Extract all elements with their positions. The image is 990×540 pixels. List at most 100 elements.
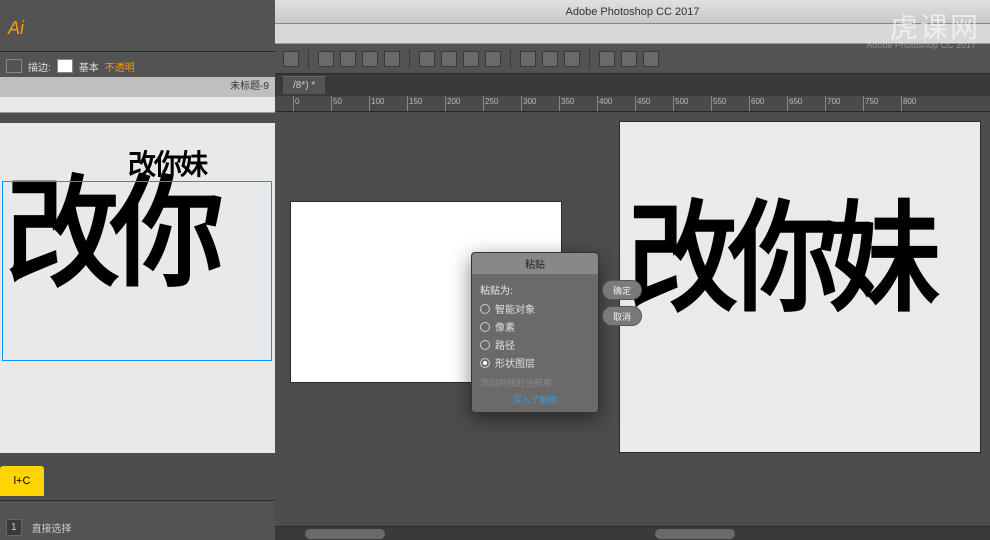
ruler-label: 150 <box>409 97 422 106</box>
opt-icon[interactable] <box>340 51 356 67</box>
opt-icon[interactable] <box>621 51 637 67</box>
ruler-tick <box>369 96 370 112</box>
separator <box>409 49 410 69</box>
ruler-label: 100 <box>371 97 384 106</box>
cancel-label: 取消 <box>613 310 631 323</box>
ruler-label: 400 <box>599 97 612 106</box>
radio-label: 形状图层 <box>495 355 535 370</box>
opt-icon[interactable] <box>463 51 479 67</box>
add-to-library-row items-center: 添加到我的当前库 <box>480 376 590 389</box>
watermark-subtitle: Adobe Photoshop CC 2017 <box>866 40 976 50</box>
illustrator-ruler <box>0 97 275 113</box>
ruler-label: 50 <box>333 97 342 106</box>
ruler-tick <box>293 96 294 112</box>
ok-button[interactable]: 确定 <box>602 280 642 300</box>
opt-icon[interactable] <box>599 51 615 67</box>
ruler-label: 350 <box>561 97 574 106</box>
ruler-label: 500 <box>675 97 688 106</box>
shortcut-text: l+C <box>14 475 31 487</box>
ruler-label: 550 <box>713 97 726 106</box>
photoshop-hscrollbar[interactable] <box>275 526 990 540</box>
photoshop-titlebar: Adobe Photoshop CC 2017 <box>275 0 990 24</box>
scroll-thumb[interactable] <box>655 529 735 539</box>
opt-icon[interactable] <box>419 51 435 67</box>
ruler-tick <box>407 96 408 112</box>
ruler-tick <box>483 96 484 112</box>
ruler-tick <box>863 96 864 112</box>
separator <box>510 49 511 69</box>
opt-icon[interactable] <box>318 51 334 67</box>
radio-smart-object[interactable]: 智能对象 <box>480 301 590 316</box>
ruler-label: 200 <box>447 97 460 106</box>
opt-icon[interactable] <box>362 51 378 67</box>
shortcut-sticky: l+C <box>0 466 44 496</box>
ruler-label: 450 <box>637 97 650 106</box>
stroke-preview[interactable] <box>57 59 73 73</box>
illustrator-artboard: 改你妹 改你 <box>0 123 275 453</box>
ruler-tick <box>711 96 712 112</box>
opt-icon[interactable] <box>643 51 659 67</box>
ruler-tick <box>901 96 902 112</box>
radio-label: 智能对象 <box>495 301 535 316</box>
zoom-field[interactable]: 1 <box>6 519 22 536</box>
ruler-label: 800 <box>903 97 916 106</box>
radio-icon[interactable] <box>480 358 490 368</box>
radio-icon[interactable] <box>480 322 490 332</box>
ruler-tick <box>787 96 788 112</box>
photoshop-doc-tabs: /8*) * <box>275 74 990 96</box>
opt-icon[interactable] <box>542 51 558 67</box>
dialog-title: 粘贴 <box>472 253 598 274</box>
radio-pixels[interactable]: 像素 <box>480 319 590 334</box>
ruler-tick <box>825 96 826 112</box>
radio-shape-layer[interactable]: 形状图层 <box>480 355 590 370</box>
ai-logo: Ai <box>8 18 24 39</box>
stroke-label: 描边: <box>28 59 51 74</box>
opt-icon[interactable] <box>564 51 580 67</box>
radio-label: 路径 <box>495 337 515 352</box>
ruler-tick <box>597 96 598 112</box>
opt-icon[interactable] <box>441 51 457 67</box>
add-to-library-label: 添加到我的当前库 <box>480 378 552 388</box>
opt-icon[interactable] <box>384 51 400 67</box>
cancel-button[interactable]: 取消 <box>602 306 642 326</box>
illustrator-doc-tab[interactable]: 未标题-9 <box>0 77 275 97</box>
fill-swatch[interactable] <box>6 59 22 73</box>
photoshop-ruler-horizontal: 0501001502002503003504004505005506006507… <box>275 96 990 112</box>
basic-label: 基本 <box>79 59 99 74</box>
ruler-tick <box>673 96 674 112</box>
ruler-tick <box>445 96 446 112</box>
ruler-label: 750 <box>865 97 878 106</box>
ruler-tick <box>559 96 560 112</box>
right-doc-text: 改你妹 <box>627 202 931 316</box>
illustrator-window: Ai 描边: 基本 不透明 未标题-9 改你妹 改你 l+C 1 直接选择 <box>0 0 275 540</box>
separator <box>589 49 590 69</box>
radio-icon[interactable] <box>480 340 490 350</box>
ok-label: 确定 <box>613 284 631 297</box>
ruler-label: 300 <box>523 97 536 106</box>
scroll-thumb[interactable] <box>305 529 385 539</box>
ruler-tick <box>749 96 750 112</box>
ruler-tick <box>331 96 332 112</box>
opt-icon[interactable] <box>520 51 536 67</box>
paste-dialog: 粘贴 粘贴为: 智能对象 像素 路径 形状图层 添加到我的当前库 深入了解库 确… <box>471 252 599 413</box>
ruler-label: 650 <box>789 97 802 106</box>
illustrator-options-bar: 描边: 基本 不透明 <box>0 55 275 77</box>
radio-label: 像素 <box>495 319 515 334</box>
opt-icon[interactable] <box>485 51 501 67</box>
ruler-tick <box>521 96 522 112</box>
paste-as-label: 粘贴为: <box>480 282 590 297</box>
learn-more-link[interactable]: 深入了解库 <box>480 393 590 406</box>
illustrator-titlebar: Ai <box>0 0 275 52</box>
separator <box>308 49 309 69</box>
doc-tab-label: /8*) * <box>293 80 315 91</box>
radio-icon[interactable] <box>480 304 490 314</box>
illustrator-statusbar: 1 直接选择 <box>0 500 275 540</box>
status-tool: 直接选择 <box>32 520 72 535</box>
opacity-label[interactable]: 不透明 <box>105 59 135 74</box>
ruler-label: 700 <box>827 97 840 106</box>
tool-preset-icon[interactable] <box>283 51 299 67</box>
illustrator-canvas[interactable]: 改你妹 改你 <box>0 113 275 500</box>
artboard-text-large: 改你 <box>6 183 215 285</box>
radio-path[interactable]: 路径 <box>480 337 590 352</box>
doc-tab[interactable]: /8*) * <box>283 76 325 94</box>
